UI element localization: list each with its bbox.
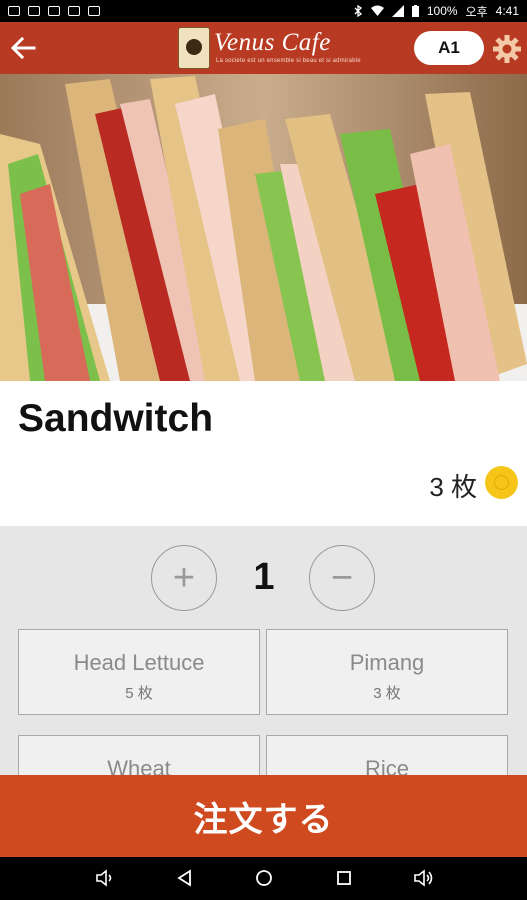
logo-text: Venus Cafe — [214, 29, 331, 56]
recents-nav-icon[interactable] — [335, 869, 353, 887]
settings-button[interactable] — [492, 34, 522, 64]
notification-icon — [8, 6, 20, 16]
cafe-logo: Venus Cafe La societe est un ensemble si… — [178, 25, 361, 71]
app-bar: Venus Cafe La societe est un ensemble si… — [0, 22, 527, 74]
status-system: 100% 오후 4:41 — [353, 3, 519, 20]
system-nav-bar — [0, 857, 527, 900]
wifi-icon — [370, 5, 384, 16]
option-price: 5 枚 — [125, 685, 153, 702]
option-pimang[interactable]: Pimang 3 枚 — [266, 629, 508, 715]
order-button[interactable]: 注文する — [0, 775, 527, 857]
volume-down-icon[interactable] — [95, 869, 115, 887]
option-head-lettuce[interactable]: Head Lettuce 5 枚 — [18, 629, 260, 715]
gear-icon — [493, 35, 521, 63]
quantity-decrease-button[interactable]: − — [309, 545, 375, 611]
notification-icon — [68, 6, 80, 16]
battery-icon — [411, 5, 419, 17]
sandwich-image — [0, 74, 527, 381]
notification-icon — [28, 6, 40, 16]
battery-percent: 100% — [426, 4, 458, 18]
product-price: 3 枚 — [429, 472, 477, 502]
logo-emblem — [178, 27, 210, 69]
product-photo — [0, 74, 527, 381]
notification-icon — [88, 6, 100, 16]
option-name: Head Lettuce — [73, 650, 205, 675]
home-nav-icon[interactable] — [255, 869, 273, 887]
back-nav-icon[interactable] — [176, 869, 194, 887]
status-notifications — [8, 6, 100, 16]
logo-subtitle: La societe est un ensemble si beau et si… — [216, 58, 361, 64]
option-name: Pimang — [349, 650, 425, 675]
clock-time: 4:41 — [495, 4, 519, 18]
status-bar: 100% 오후 4:41 — [0, 0, 527, 22]
bluetooth-icon — [354, 5, 362, 17]
table-number-badge[interactable]: A1 — [414, 31, 484, 65]
coin-icon — [485, 466, 518, 499]
arrow-left-icon — [10, 36, 36, 60]
back-button[interactable] — [6, 30, 42, 66]
quantity-increase-button[interactable]: + — [151, 545, 217, 611]
cell-signal-icon — [391, 5, 404, 17]
notification-icon — [48, 6, 60, 16]
quantity-value: 1 — [253, 556, 275, 598]
option-price: 3 枚 — [373, 685, 401, 702]
product-info: Sandwitch 3 枚 — [0, 381, 527, 526]
product-title: Sandwitch — [18, 397, 214, 440]
clock-ampm: 오후 — [465, 4, 488, 19]
volume-up-icon[interactable] — [413, 869, 435, 887]
